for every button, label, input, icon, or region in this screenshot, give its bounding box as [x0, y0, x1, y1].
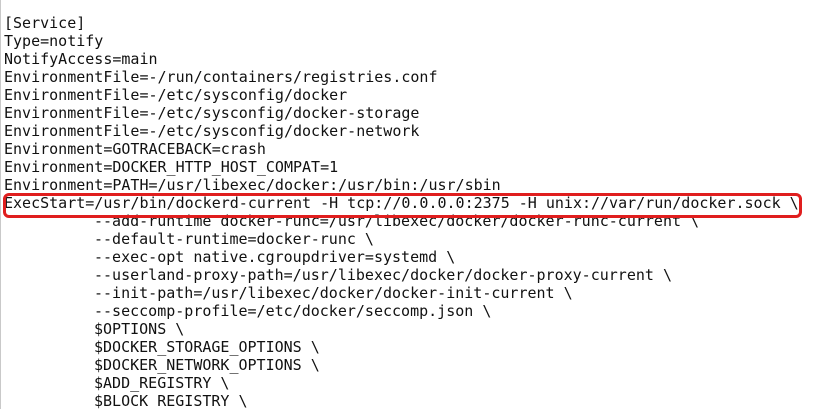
execstart-line: ExecStart=/usr/bin/dockerd-current -H tc…: [4, 194, 799, 212]
config-line: NotifyAccess=main: [4, 50, 158, 68]
config-line: EnvironmentFile=-/run/containers/registr…: [4, 68, 438, 86]
config-line: --seccomp-profile=/etc/docker/seccomp.js…: [94, 302, 492, 320]
config-line: --userland-proxy-path=/usr/libexec/docke…: [94, 266, 672, 284]
config-line: $DOCKER_NETWORK_OPTIONS \: [94, 356, 320, 374]
config-line: --exec-opt native.cgroupdriver=systemd \: [94, 248, 456, 266]
config-line: --init-path=/usr/libexec/docker/docker-i…: [94, 284, 573, 302]
config-line: Type=notify: [4, 32, 104, 50]
file-content[interactable]: [Service] Type=notify NotifyAccess=main Env…: [4, 14, 799, 409]
config-line: [Service]: [4, 14, 86, 32]
config-line: Environment=GOTRACEBACK=crash: [4, 140, 266, 158]
config-line: --default-runtime=docker-runc \: [94, 230, 374, 248]
config-line: EnvironmentFile=-/etc/sysconfig/docker-s…: [4, 104, 420, 122]
config-line: $DOCKER_STORAGE_OPTIONS \: [94, 338, 320, 356]
config-line: EnvironmentFile=-/etc/sysconfig/docker: [4, 86, 348, 104]
config-line: $BLOCK_REGISTRY \: [94, 392, 248, 409]
config-line: EnvironmentFile=-/etc/sysconfig/docker-n…: [4, 122, 420, 140]
config-line: Environment=PATH=/usr/libexec/docker:/us…: [4, 176, 501, 194]
config-line: $OPTIONS \: [94, 320, 185, 338]
left-border: [0, 0, 1, 409]
config-line: --add-runtime docker-runc=/usr/libexec/d…: [94, 212, 700, 230]
config-line: $ADD_REGISTRY \: [94, 374, 230, 392]
config-line: Environment=DOCKER_HTTP_HOST_COMPAT=1: [4, 158, 339, 176]
text-editor-view[interactable]: [Service] Type=notify NotifyAccess=main Env…: [0, 0, 814, 409]
